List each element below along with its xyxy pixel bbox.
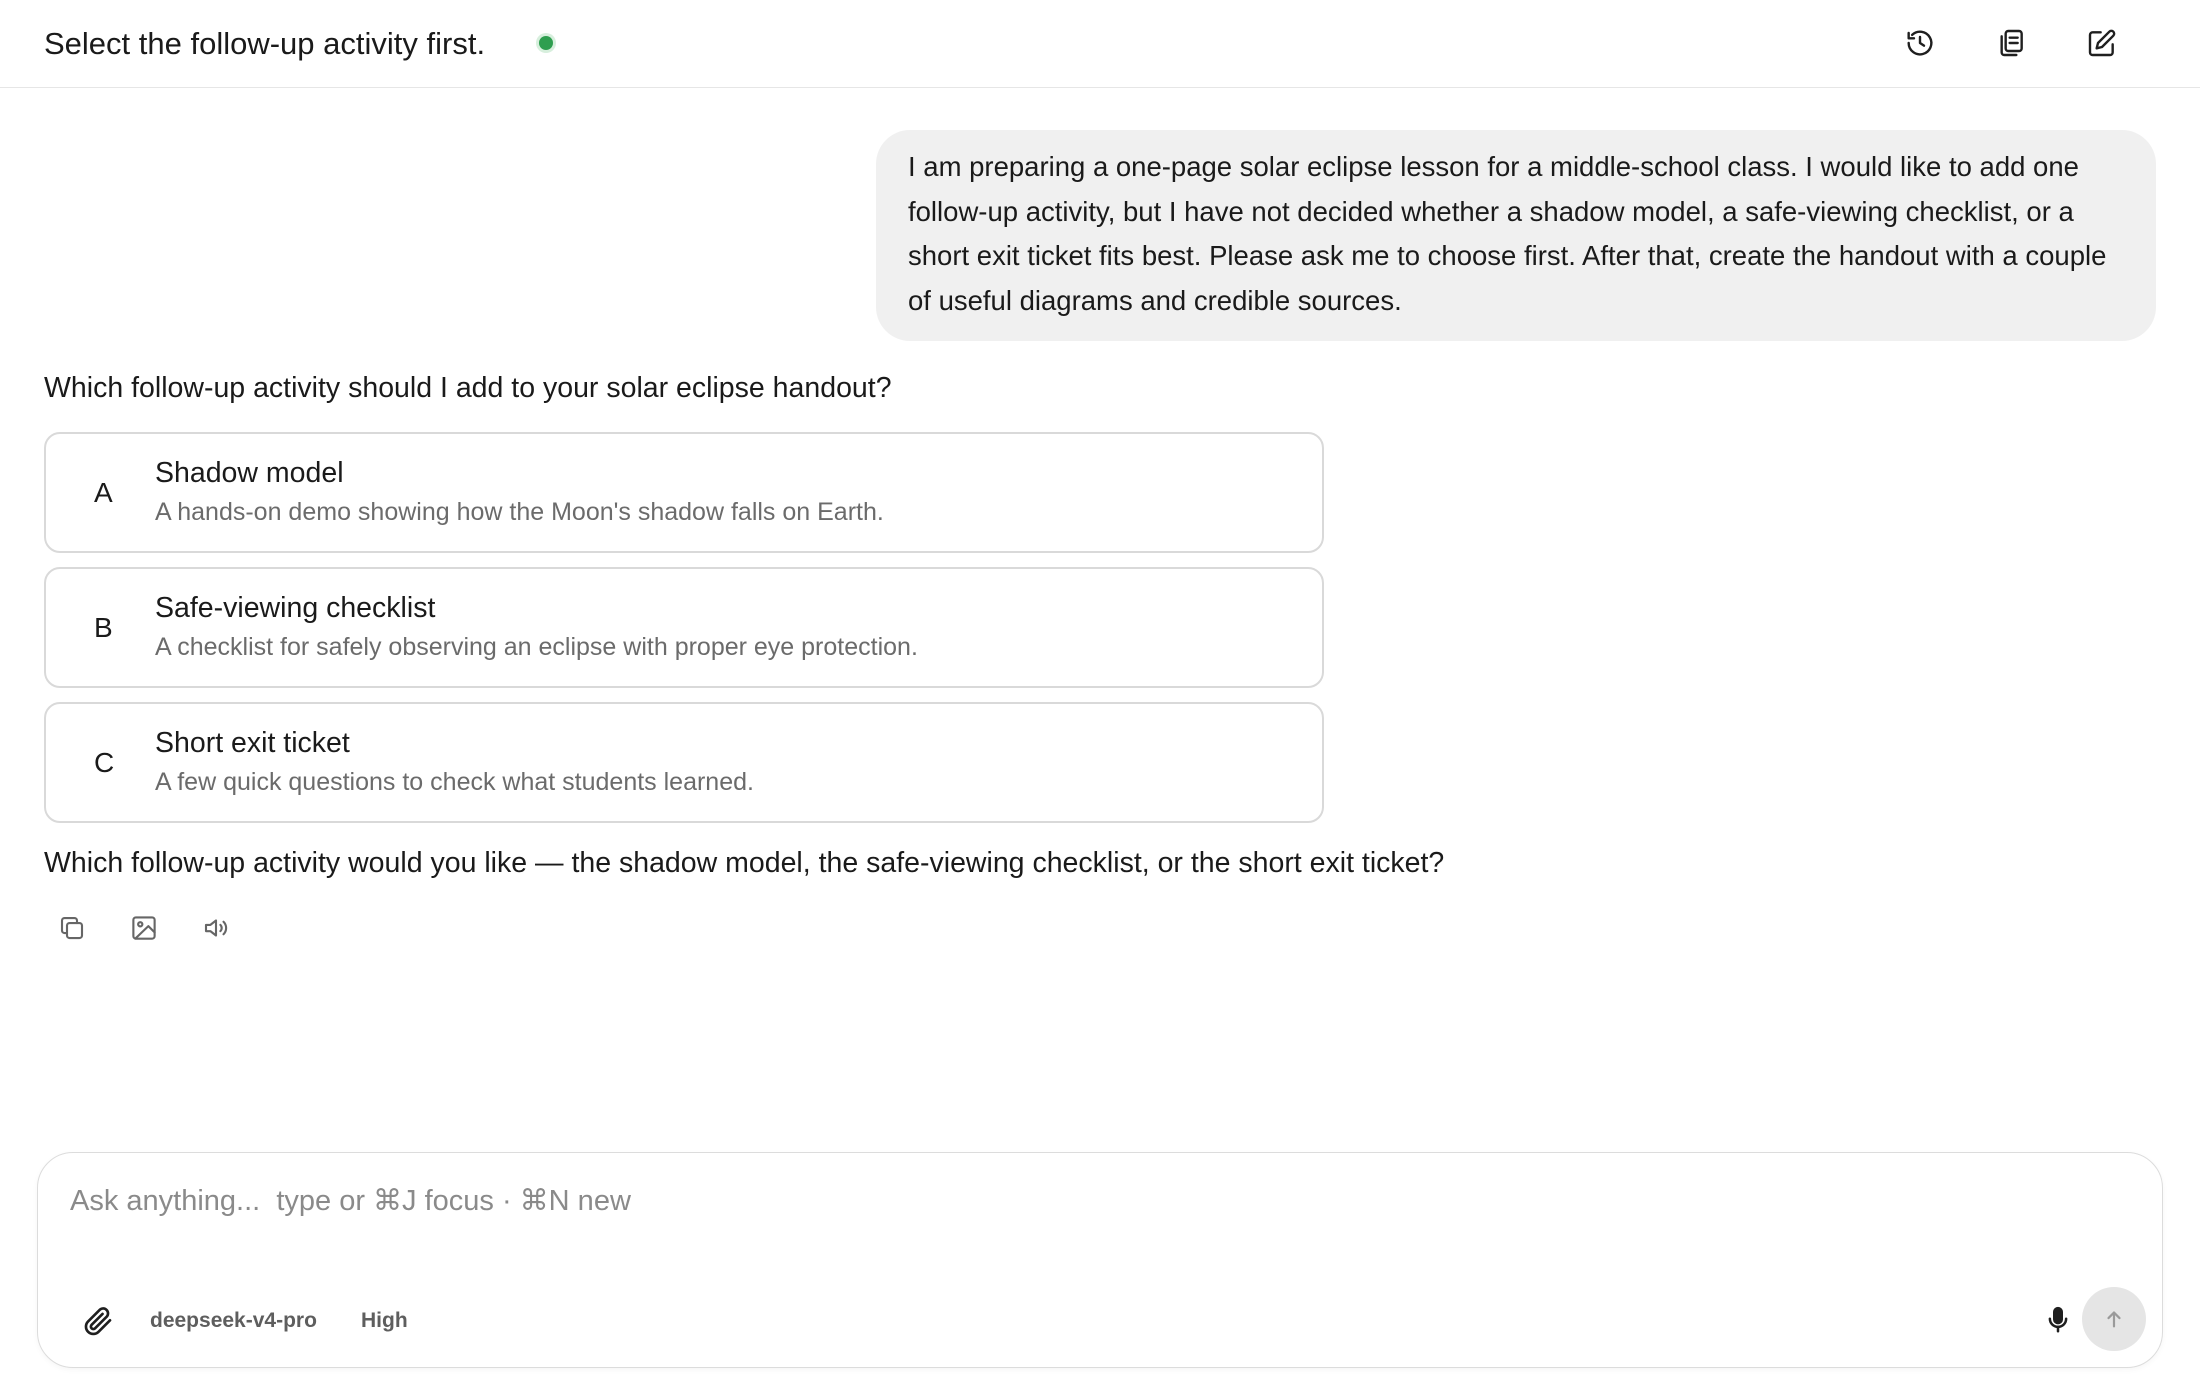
copy-icon bbox=[60, 916, 84, 940]
edit-icon bbox=[2088, 29, 2116, 57]
send-button[interactable] bbox=[2082, 1287, 2146, 1351]
option-title: Safe-viewing checklist bbox=[155, 592, 436, 624]
conversation-title: Select the follow-up activity first. bbox=[44, 26, 486, 61]
attach-button[interactable] bbox=[78, 1301, 118, 1341]
history-icon bbox=[1907, 30, 1933, 56]
message-composer: deepseek-v4-pro High bbox=[37, 1152, 2163, 1368]
option-description: A few quick questions to check what stud… bbox=[155, 768, 754, 796]
chat-app: Select the follow-up activity first. I a… bbox=[0, 0, 2200, 1400]
assistant-message: Which follow-up activity would you like … bbox=[44, 847, 1445, 879]
voice-input-button[interactable] bbox=[2038, 1300, 2078, 1340]
effort-selector[interactable]: High bbox=[361, 1306, 408, 1336]
option-b[interactable]: B Safe-viewing checklist A checklist for… bbox=[44, 567, 1324, 688]
option-description: A hands-on demo showing how the Moon's s… bbox=[155, 498, 884, 526]
message-input[interactable] bbox=[70, 1179, 1970, 1223]
assistant-question: Which follow-up activity should I add to… bbox=[44, 372, 892, 404]
microphone-icon bbox=[2048, 1306, 2068, 1333]
option-title: Shadow model bbox=[155, 457, 344, 489]
speaker-icon bbox=[204, 919, 228, 937]
option-a[interactable]: A Shadow model A hands-on demo showing h… bbox=[44, 432, 1324, 553]
option-title: Short exit ticket bbox=[155, 727, 350, 759]
image-icon bbox=[132, 916, 156, 940]
option-c[interactable]: C Short exit ticket A few quick question… bbox=[44, 702, 1324, 823]
arrow-up-icon bbox=[2107, 1311, 2121, 1328]
paperclip-icon bbox=[84, 1307, 112, 1336]
copy-conversation-button[interactable] bbox=[1988, 20, 2034, 66]
read-aloud-button[interactable] bbox=[196, 908, 236, 948]
status-indicator bbox=[539, 36, 553, 50]
copy-icon bbox=[2000, 29, 2023, 57]
option-letter: A bbox=[94, 476, 113, 508]
copy-message-button[interactable] bbox=[52, 908, 92, 948]
generate-image-button[interactable] bbox=[124, 908, 164, 948]
history-button[interactable] bbox=[1897, 20, 1943, 66]
model-selector[interactable]: deepseek-v4-pro bbox=[150, 1306, 317, 1336]
user-message: I am preparing a one-page solar eclipse … bbox=[876, 130, 2156, 341]
option-letter: B bbox=[94, 611, 113, 643]
new-chat-button[interactable] bbox=[2079, 20, 2125, 66]
top-bar: Select the follow-up activity first. bbox=[0, 0, 2200, 88]
option-description: A checklist for safely observing an ecli… bbox=[155, 633, 918, 661]
option-letter: C bbox=[94, 746, 115, 778]
